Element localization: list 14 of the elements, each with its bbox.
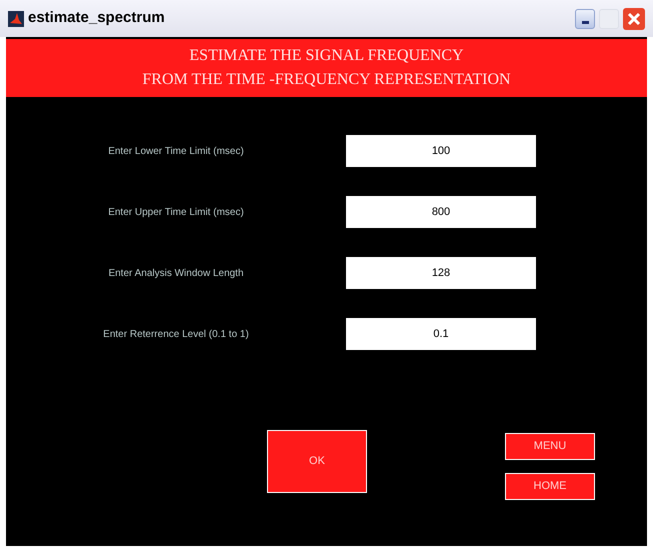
- field-label: Enter Reterrence Level (0.1 to 1): [102, 328, 250, 342]
- app-icon: [8, 10, 24, 26]
- input-field[interactable]: 128: [346, 257, 536, 289]
- field-label: Enter Lower Time Limit (msec): [107, 144, 245, 158]
- field-label: Enter Analysis Window Length: [107, 266, 245, 280]
- close-icon[interactable]: [623, 8, 645, 30]
- header-text: ESTIMATE THE SIGNAL FREQUENCY: [189, 46, 464, 66]
- header-text: FROM THE TIME -FREQUENCY REPRESENTATION: [142, 70, 511, 90]
- window-title: estimate_spectrum: [28, 8, 165, 28]
- input-field[interactable]: 100: [346, 135, 536, 167]
- minimize-button[interactable]: [575, 8, 595, 28]
- field-label: Enter Upper Time Limit (msec): [107, 206, 245, 220]
- input-field[interactable]: 800: [346, 196, 536, 228]
- input-field[interactable]: 0.1: [346, 318, 536, 350]
